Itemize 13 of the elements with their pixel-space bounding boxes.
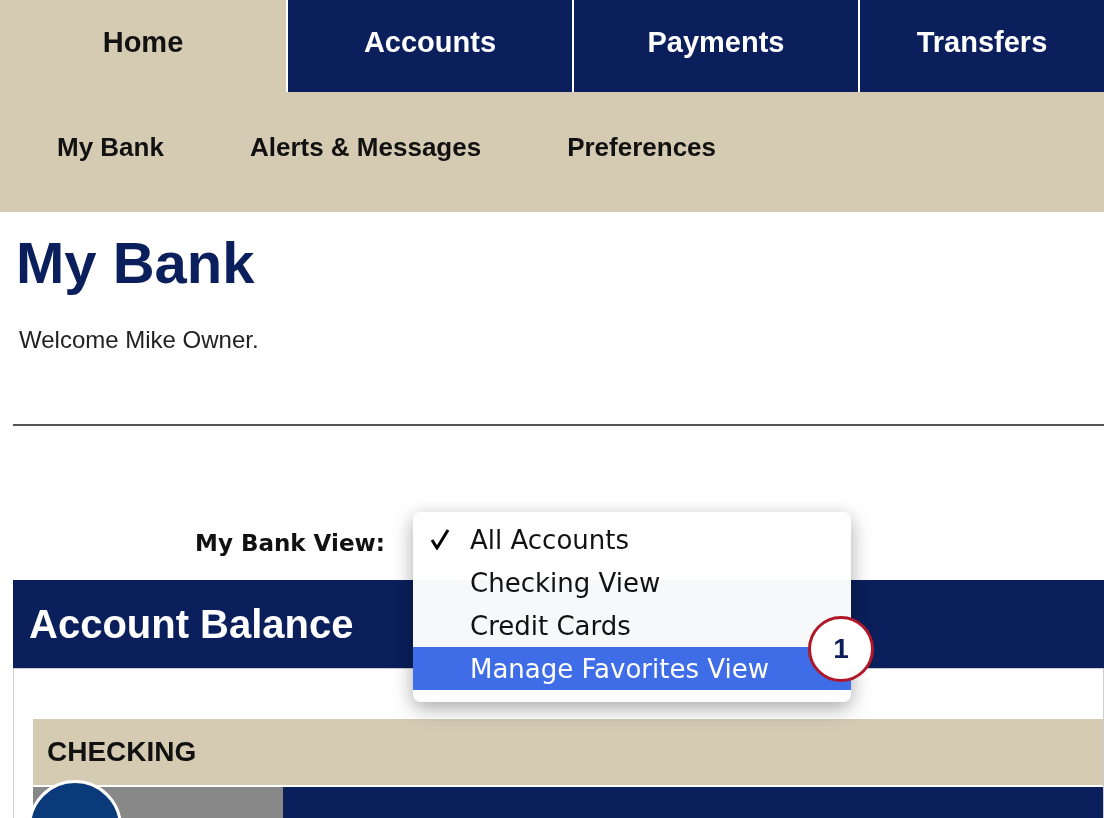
view-label: My Bank View: <box>195 530 385 556</box>
welcome-text: Welcome Mike Owner. <box>19 326 260 354</box>
subnav-link[interactable]: My Bank <box>57 132 164 163</box>
nav-tab[interactable]: Payments <box>572 0 858 92</box>
section-title: CHECKING <box>47 736 197 768</box>
subnav-link[interactable]: Preferences <box>567 132 717 163</box>
menu-item[interactable]: Checking View <box>413 561 851 604</box>
page-title: My Bank <box>16 230 256 296</box>
subnav-link[interactable]: Alerts & Messages <box>249 132 482 163</box>
nav-tab[interactable]: Transfers <box>858 0 1104 92</box>
panel-title: Account Balance <box>29 601 354 647</box>
nav-tab[interactable]: Accounts <box>286 0 572 92</box>
menu-item[interactable]: All Accounts <box>413 518 851 561</box>
